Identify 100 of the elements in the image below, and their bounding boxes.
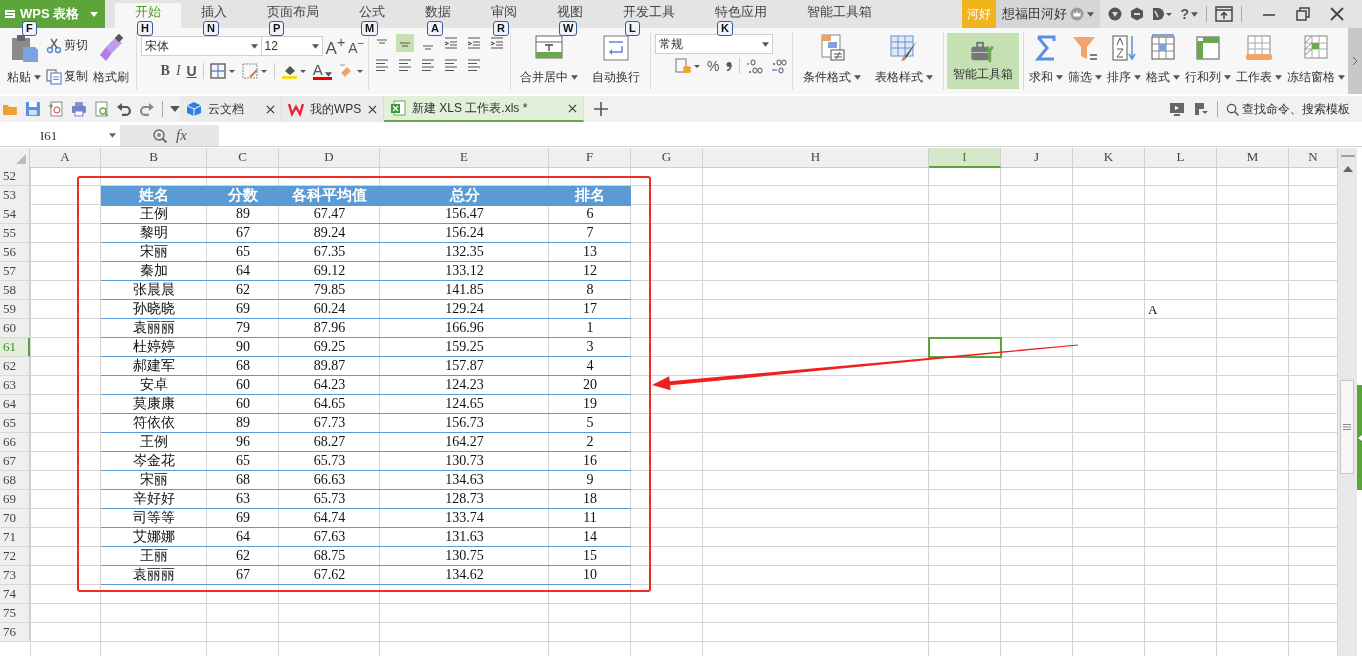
row-header[interactable]: 69 xyxy=(0,490,30,509)
row-header[interactable]: 63 xyxy=(0,376,30,395)
number-format-select[interactable]: 常规 xyxy=(654,34,773,54)
row-header[interactable]: 67 xyxy=(0,452,30,471)
print-icon[interactable] xyxy=(70,101,87,117)
fill-color-icon[interactable] xyxy=(280,63,307,80)
borders-icon[interactable] xyxy=(209,63,236,80)
close-icon[interactable] xyxy=(568,103,577,113)
row-header[interactable]: 61 xyxy=(0,338,30,357)
help-button[interactable]: ? xyxy=(1180,6,1198,22)
column-header[interactable]: J xyxy=(1001,148,1073,168)
toolbar-button[interactable]: 求和 xyxy=(1027,30,1064,92)
row-header[interactable]: 76 xyxy=(0,623,30,642)
column-header[interactable]: L xyxy=(1145,148,1217,168)
row-header[interactable]: 58 xyxy=(0,281,30,300)
copy-button[interactable]: 复制 xyxy=(46,68,88,85)
column-header[interactable]: F xyxy=(549,148,631,168)
close-icon[interactable] xyxy=(368,104,377,114)
underline-button[interactable]: U xyxy=(186,63,197,80)
grow-font-button[interactable]: A$^{+}$ xyxy=(325,34,346,59)
table-style-button[interactable]: 表格样式 xyxy=(868,30,939,92)
toolbar-button[interactable]: 工作表 xyxy=(1234,30,1283,92)
scroll-thumb[interactable] xyxy=(1340,380,1354,474)
font-color-button[interactable]: A xyxy=(312,62,332,80)
export-document-icon[interactable] xyxy=(47,101,64,117)
row-header[interactable]: 57 xyxy=(0,262,30,281)
insert-function-button[interactable]: fx xyxy=(176,127,187,144)
close-icon[interactable] xyxy=(266,104,275,114)
format-painter-button[interactable]: 格式刷 xyxy=(90,30,132,92)
menu-tab[interactable]: 智能工具箱 xyxy=(787,3,892,28)
document-tab[interactable]: 新建 XLS 工作表.xls * xyxy=(384,96,584,122)
cell-style-icon[interactable] xyxy=(241,63,268,80)
row-header[interactable]: 70 xyxy=(0,509,30,528)
row-header[interactable]: 66 xyxy=(0,433,30,452)
toolbar-button[interactable]: 筛选 xyxy=(1066,30,1103,92)
row-header[interactable]: 65 xyxy=(0,414,30,433)
dropdown-icon[interactable] xyxy=(1152,7,1173,21)
column-header[interactable]: B xyxy=(101,148,207,168)
monitor-icon[interactable] xyxy=(1169,101,1185,117)
toolbar-button[interactable]: 冻结窗格 xyxy=(1285,30,1346,92)
column-header[interactable]: E xyxy=(380,148,549,168)
font-name-select[interactable]: 宋体 xyxy=(140,36,262,57)
command-search-field[interactable]: 查找命令、搜索模板 xyxy=(1226,102,1354,116)
new-tab-icon[interactable] xyxy=(594,102,608,116)
column-header[interactable]: H xyxy=(703,148,929,168)
row-header[interactable]: 73 xyxy=(0,566,30,585)
row-header[interactable]: 74 xyxy=(0,585,30,604)
upload-icon[interactable] xyxy=(1215,6,1233,22)
row-header[interactable]: 62 xyxy=(0,357,30,376)
decrease-decimal-icon[interactable] xyxy=(770,58,789,74)
print-preview-icon[interactable] xyxy=(93,101,110,117)
column-header[interactable]: D xyxy=(279,148,380,168)
column-header[interactable]: M xyxy=(1217,148,1289,168)
shrink-font-button[interactable]: A$^{−}$ xyxy=(348,36,365,57)
bold-button[interactable]: B xyxy=(160,63,170,80)
column-header[interactable]: G xyxy=(631,148,703,168)
row-header[interactable]: 68 xyxy=(0,471,30,490)
row-header[interactable]: 55 xyxy=(0,224,30,243)
increase-decimal-icon[interactable] xyxy=(746,58,765,74)
split-handle-icon[interactable] xyxy=(1340,154,1355,158)
row-header[interactable]: 56 xyxy=(0,243,30,262)
save-icon[interactable] xyxy=(24,101,41,117)
row-header[interactable]: 72 xyxy=(0,547,30,566)
restore-icon[interactable] xyxy=(1296,7,1310,21)
toolbar-button[interactable]: 行和列 xyxy=(1183,30,1232,92)
column-header[interactable]: K xyxy=(1073,148,1145,168)
comma-style-icon[interactable] xyxy=(725,61,734,71)
smart-toolbox-button[interactable]: 智能工具箱 xyxy=(947,33,1020,89)
zoom-icon[interactable] xyxy=(152,127,169,144)
column-header[interactable]: N xyxy=(1289,148,1338,168)
scroll-up-icon[interactable] xyxy=(1342,166,1353,172)
column-header[interactable]: C xyxy=(207,148,279,168)
undo-icon[interactable] xyxy=(116,101,133,117)
column-header[interactable]: A xyxy=(30,148,101,168)
document-tab[interactable]: 我的WPS xyxy=(282,96,384,122)
row-header[interactable]: 59 xyxy=(0,300,30,319)
toolbar-button[interactable]: 排序 xyxy=(1105,30,1142,92)
row-header[interactable]: 71 xyxy=(0,528,30,547)
name-box[interactable]: I61 xyxy=(0,125,120,146)
row-header[interactable]: 52 xyxy=(0,167,30,186)
redo-icon[interactable] xyxy=(139,101,156,117)
user-name-button[interactable]: 想福田河好 xyxy=(996,0,1101,28)
close-icon[interactable] xyxy=(1330,7,1344,21)
currency-icon[interactable] xyxy=(674,58,701,74)
row-header[interactable]: 54 xyxy=(0,205,30,224)
percent-button[interactable]: % xyxy=(706,58,720,74)
hexagon-icon[interactable] xyxy=(1130,7,1145,21)
row-header[interactable]: 60 xyxy=(0,319,30,338)
toolbar-button[interactable]: 格式 xyxy=(1144,30,1181,92)
italic-button[interactable]: I xyxy=(175,63,181,80)
row-header[interactable]: 64 xyxy=(0,395,30,414)
document-tab[interactable]: 云文档 xyxy=(180,96,282,122)
row-header[interactable]: 75 xyxy=(0,604,30,623)
conditional-format-button[interactable]: 条件格式 xyxy=(796,30,867,92)
vertical-scrollbar[interactable] xyxy=(1338,148,1357,656)
cut-button[interactable]: 剪切 xyxy=(46,37,88,54)
row-header[interactable]: 53 xyxy=(0,186,30,206)
side-panel-toggle[interactable] xyxy=(1357,385,1362,490)
caret-icon[interactable] xyxy=(170,106,181,112)
font-size-select[interactable]: 12 xyxy=(260,36,323,57)
